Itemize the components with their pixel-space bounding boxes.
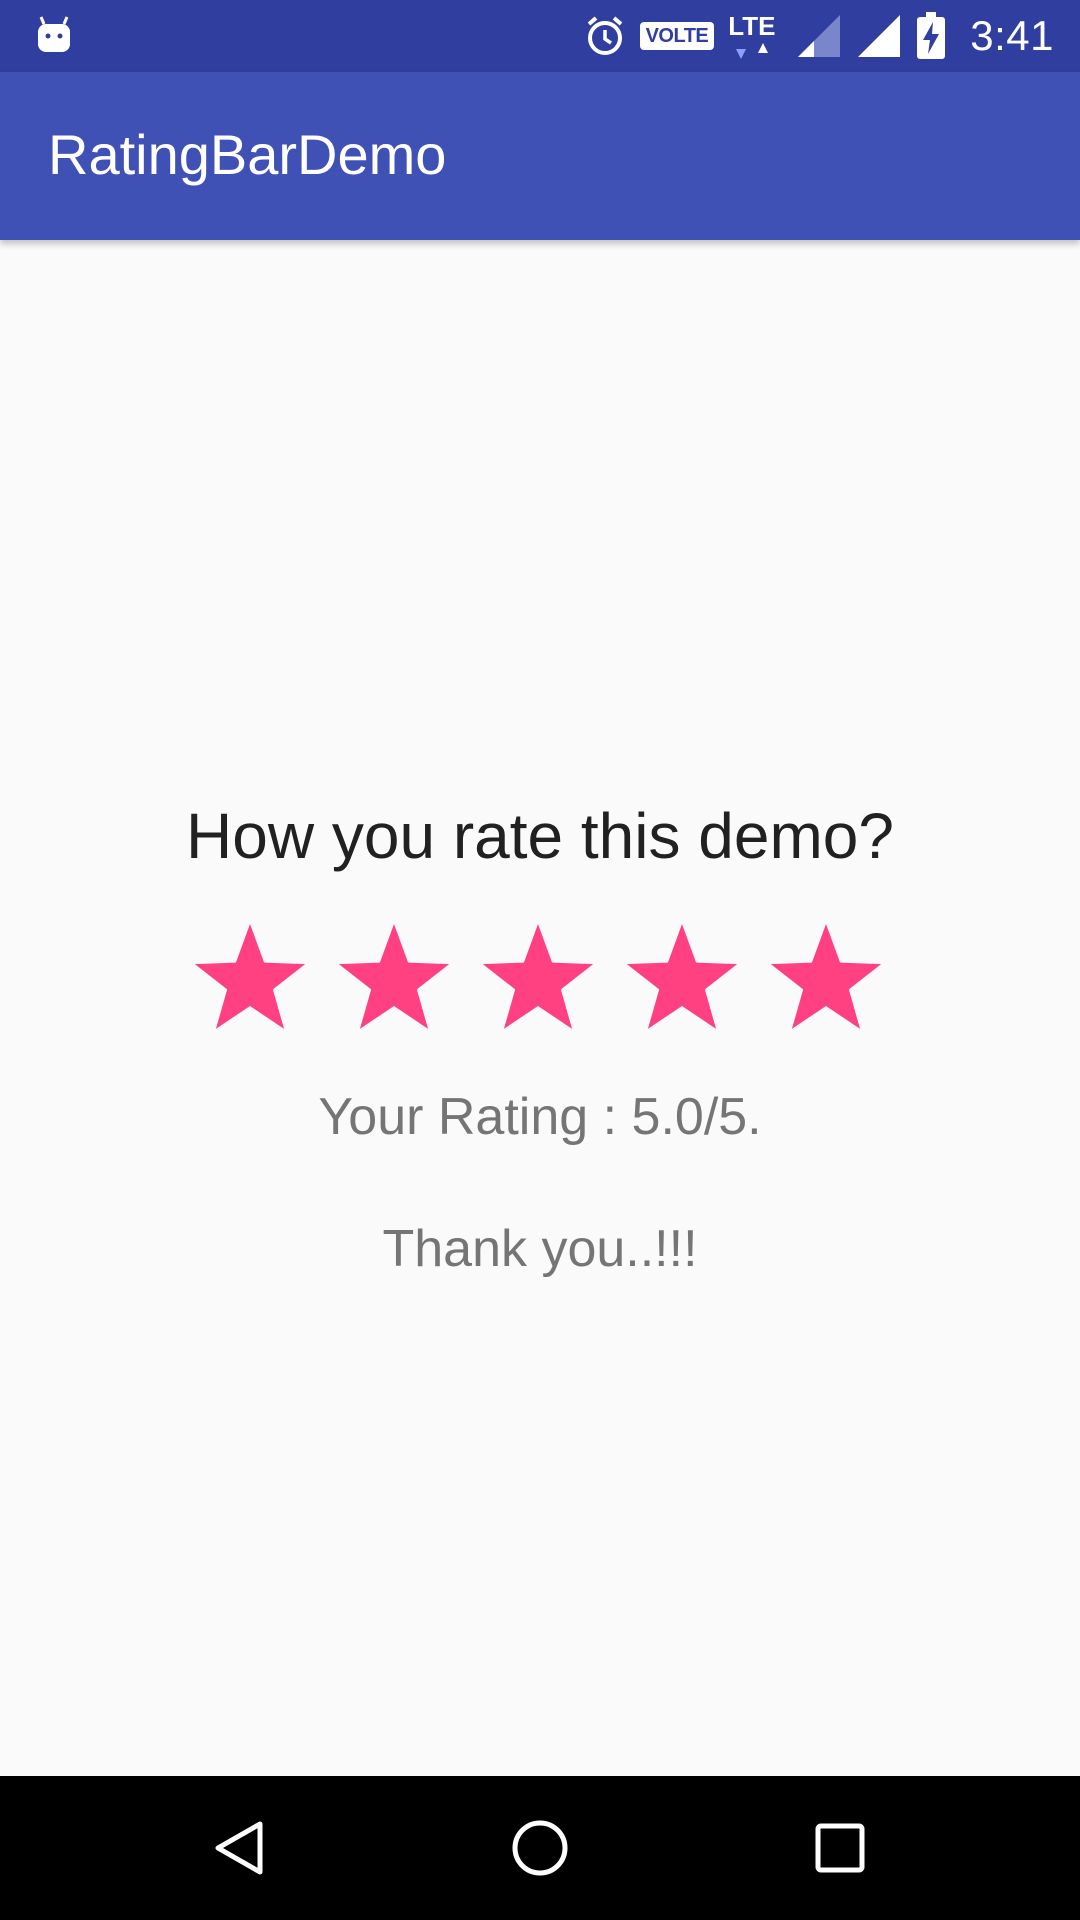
signal-full-icon xyxy=(856,13,902,59)
recents-button[interactable] xyxy=(790,1798,890,1898)
android-icon xyxy=(36,14,72,54)
lte-data-icon: LTE xyxy=(728,11,782,61)
star-icon[interactable] xyxy=(334,918,454,1038)
lte-label: LTE xyxy=(728,11,776,41)
screen: VOLTE LTE 3:41 RatingBarDemo How you rat… xyxy=(0,0,1080,1920)
back-icon xyxy=(215,1821,263,1875)
star-icon[interactable] xyxy=(622,918,742,1038)
rating-result-text: Your Rating : 5.0/5. xyxy=(318,1088,762,1146)
star-icon[interactable] xyxy=(190,918,310,1038)
back-button[interactable] xyxy=(190,1798,290,1898)
star-icon[interactable] xyxy=(478,918,598,1038)
rating-question: How you rate this demo? xyxy=(186,800,894,872)
battery-charging-icon xyxy=(916,12,946,60)
star-icon[interactable] xyxy=(766,918,886,1038)
app-title: RatingBarDemo xyxy=(48,123,447,186)
recents-icon xyxy=(815,1823,865,1873)
status-icons: VOLTE LTE 3:41 xyxy=(584,0,1054,72)
clock: 3:41 xyxy=(970,12,1054,59)
navigation-bar xyxy=(0,1776,1080,1920)
status-bar: VOLTE LTE 3:41 xyxy=(0,0,1080,72)
rating-bar[interactable] xyxy=(190,918,890,1038)
alarm-icon xyxy=(584,15,626,57)
app-bar: RatingBarDemo xyxy=(0,72,1080,240)
volte-icon: VOLTE xyxy=(639,22,715,50)
thank-you-text: Thank you..!!! xyxy=(382,1220,698,1278)
signal-icon xyxy=(796,13,842,59)
home-button[interactable] xyxy=(490,1798,590,1898)
home-icon xyxy=(512,1820,568,1876)
